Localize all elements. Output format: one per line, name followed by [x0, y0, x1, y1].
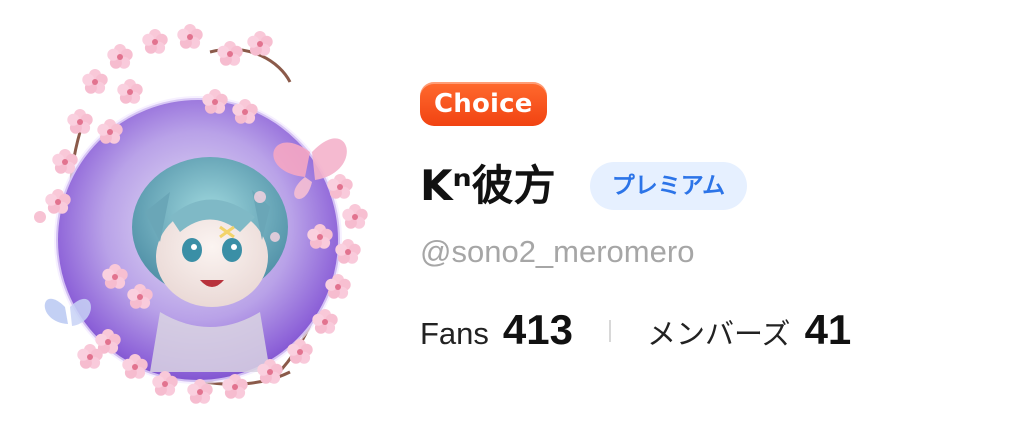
avatar[interactable]	[20, 12, 380, 412]
fans-count[interactable]: 413	[503, 306, 573, 354]
fans-label[interactable]: Fans	[420, 316, 489, 352]
members-label[interactable]: メンバーズ	[647, 311, 791, 353]
premium-badge[interactable]: プレミアム	[589, 162, 748, 210]
name-row: Kⁿ彼方 プレミアム	[420, 154, 1020, 218]
stats-divider	[609, 320, 611, 342]
choice-badge: Choice	[420, 82, 547, 126]
display-name: Kⁿ彼方	[420, 161, 556, 210]
user-handle: @sono2_meromero	[420, 234, 695, 269]
stats-row: Fans 413 メンバーズ 41	[420, 306, 1020, 356]
avatar-image	[34, 24, 368, 404]
profile-info: Choice Kⁿ彼方 プレミアム @sono2_meromero Fans 4…	[420, 82, 1020, 356]
members-count[interactable]: 41	[805, 306, 852, 354]
